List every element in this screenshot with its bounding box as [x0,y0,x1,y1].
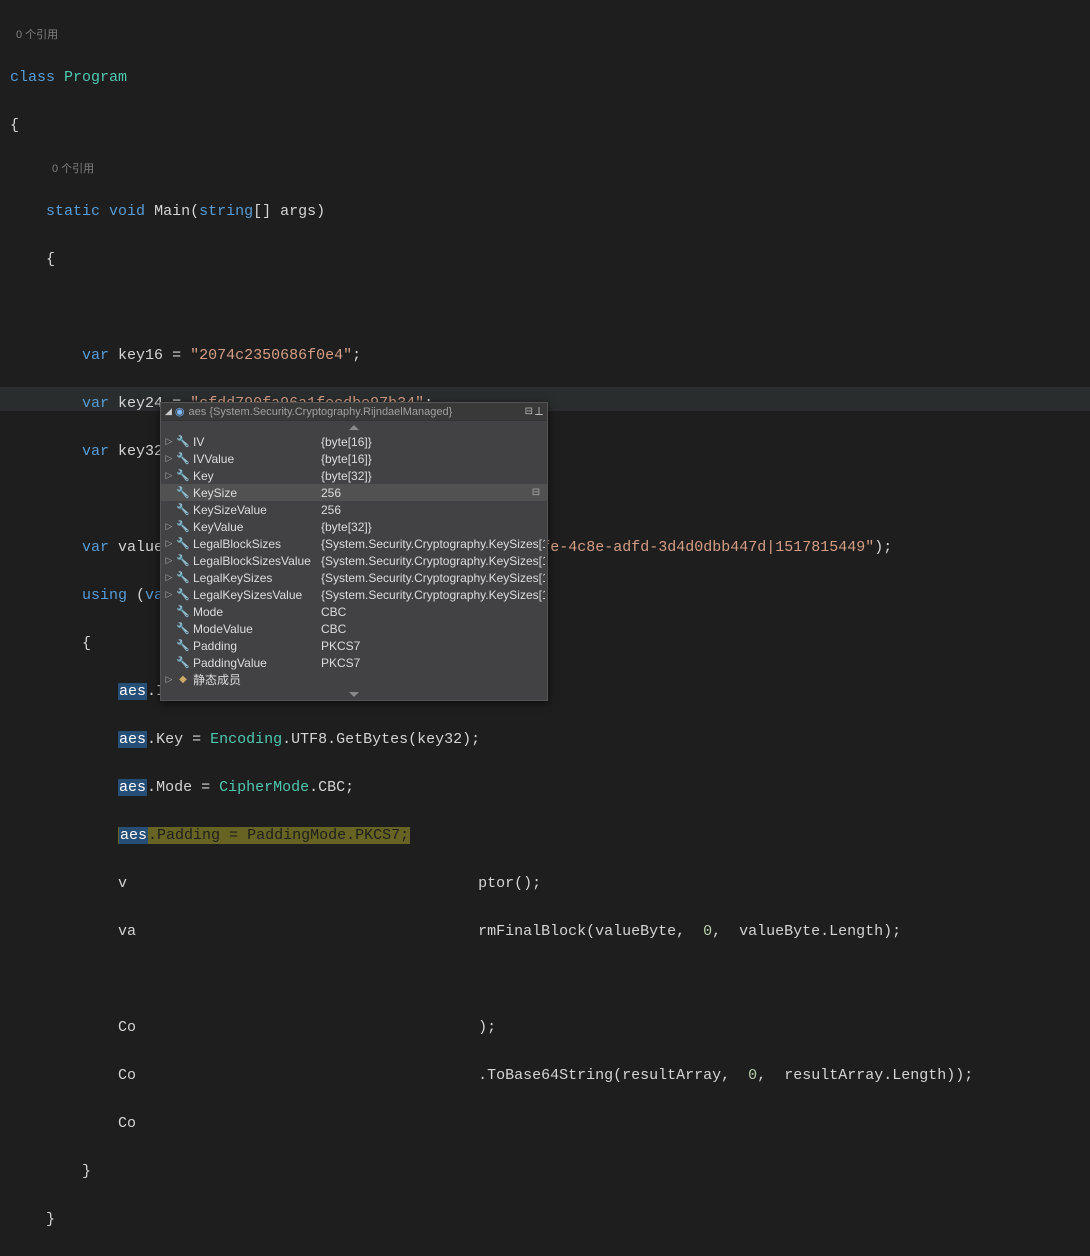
property-name: IVValue [193,452,321,466]
pin-icon[interactable]: ⊟ [525,406,533,417]
datatip-header[interactable]: ◢ ◉ aes {System.Security.Cryptography.Ri… [161,403,547,421]
datatip-row[interactable]: ▷◆静态成员 [161,671,547,688]
datatip-row[interactable]: 🔧KeySize256⊟ [161,484,547,501]
property-name: KeySizeValue [193,503,321,517]
expand-toggle-icon[interactable]: ▷ [163,674,175,685]
property-name: LegalBlockSizes [193,537,321,551]
expand-toggle-icon[interactable]: ▷ [163,572,175,583]
property-name: LegalKeySizes [193,571,321,585]
property-name: KeyValue [193,520,321,534]
property-value: 256 [321,503,545,517]
property-icon: 🔧 [175,639,191,653]
datatip-row[interactable]: ▷🔧LegalKeySizesValue{System.Security.Cry… [161,586,547,603]
breakpoint-line: aes.Padding = PaddingMode.PKCS7; [118,827,410,844]
datatip-row[interactable]: ▷🔧LegalBlockSizes{System.Security.Crypto… [161,535,547,552]
datatip-row[interactable]: 🔧ModeCBC [161,603,547,620]
datatip-row[interactable]: ▷🔧LegalKeySizes{System.Security.Cryptogr… [161,569,547,586]
property-value: {System.Security.Cryptography.KeySizes[1… [321,571,545,585]
datatip-row[interactable]: 🔧PaddingPKCS7 [161,637,547,654]
scroll-down-button[interactable] [161,688,547,700]
property-name: Key [193,469,321,483]
property-name: Padding [193,639,321,653]
property-value: CBC [321,622,545,636]
datatip-row[interactable]: ▷🔧IVValue{byte[16]} [161,450,547,467]
variable-aes-ref: aes [118,731,147,748]
field-icon: 🔧 [175,520,191,534]
pin-row-icon[interactable]: ⊟ [527,487,545,498]
expand-toggle-icon[interactable]: ▷ [163,538,175,549]
field-icon: 🔧 [175,656,191,670]
field-icon: 🔧 [175,452,191,466]
property-value: {byte[32]} [321,520,545,534]
property-value: {System.Security.Cryptography.KeySizes[1… [321,554,545,568]
variable-aes-ref: aes [118,683,147,700]
property-value: PKCS7 [321,656,545,670]
expand-toggle-icon[interactable]: ▷ [163,436,175,447]
property-icon: 🔧 [175,435,191,449]
datatip-row[interactable]: ▷🔧IV{byte[16]} [161,433,547,450]
property-value: 256 [321,486,527,500]
property-name: Mode [193,605,321,619]
debug-datatip[interactable]: ◢ ◉ aes {System.Security.Cryptography.Ri… [160,402,548,701]
property-icon: 🔧 [175,537,191,551]
property-value: CBC [321,605,545,619]
close-icon[interactable]: ⟂ [535,404,543,419]
field-icon: 🔧 [175,622,191,636]
datatip-row[interactable]: 🔧ModeValueCBC [161,620,547,637]
property-value: {System.Security.Cryptography.KeySizes[1… [321,537,545,551]
object-icon: ◉ [175,405,185,418]
property-value: {System.Security.Cryptography.KeySizes[1… [321,588,545,602]
expand-toggle-icon[interactable]: ▷ [163,521,175,532]
codelens-refs[interactable]: 0 个引用 [10,162,1090,176]
datatip-row[interactable]: ▷🔧LegalBlockSizesValue{System.Security.C… [161,552,547,569]
datatip-row[interactable]: 🔧KeySizeValue256 [161,501,547,518]
property-icon: 🔧 [175,571,191,585]
datatip-row[interactable]: ▷🔧KeyValue{byte[32]} [161,518,547,535]
property-name: KeySize [193,486,321,500]
property-icon: 🔧 [175,469,191,483]
property-name: ModeValue [193,622,321,636]
expand-toggle-icon[interactable]: ▷ [163,470,175,481]
property-icon: 🔧 [175,486,191,500]
property-icon: 🔧 [175,605,191,619]
property-value: {byte[16]} [321,435,545,449]
property-name: PaddingValue [193,656,321,670]
scroll-up-button[interactable] [161,421,547,433]
codelens-refs[interactable]: 0 个引用 [10,28,1090,42]
property-name: IV [193,435,321,449]
variable-aes-ref: aes [118,779,147,796]
expand-toggle-icon[interactable]: ▷ [163,589,175,600]
property-value: {byte[32]} [321,469,545,483]
datatip-row[interactable]: 🔧PaddingValuePKCS7 [161,654,547,671]
static-members-icon: ◆ [175,673,191,687]
field-icon: 🔧 [175,503,191,517]
property-value: PKCS7 [321,639,545,653]
expand-toggle-icon[interactable]: ▷ [163,453,175,464]
expand-toggle-icon[interactable]: ▷ [163,555,175,566]
property-name: LegalKeySizesValue [193,588,321,602]
field-icon: 🔧 [175,554,191,568]
property-name: LegalBlockSizesValue [193,554,321,568]
expand-root-icon[interactable]: ◢ [165,406,172,417]
property-name: 静态成员 [193,671,321,688]
datatip-row[interactable]: ▷🔧Key{byte[32]} [161,467,547,484]
property-value: {byte[16]} [321,452,545,466]
field-icon: 🔧 [175,588,191,602]
